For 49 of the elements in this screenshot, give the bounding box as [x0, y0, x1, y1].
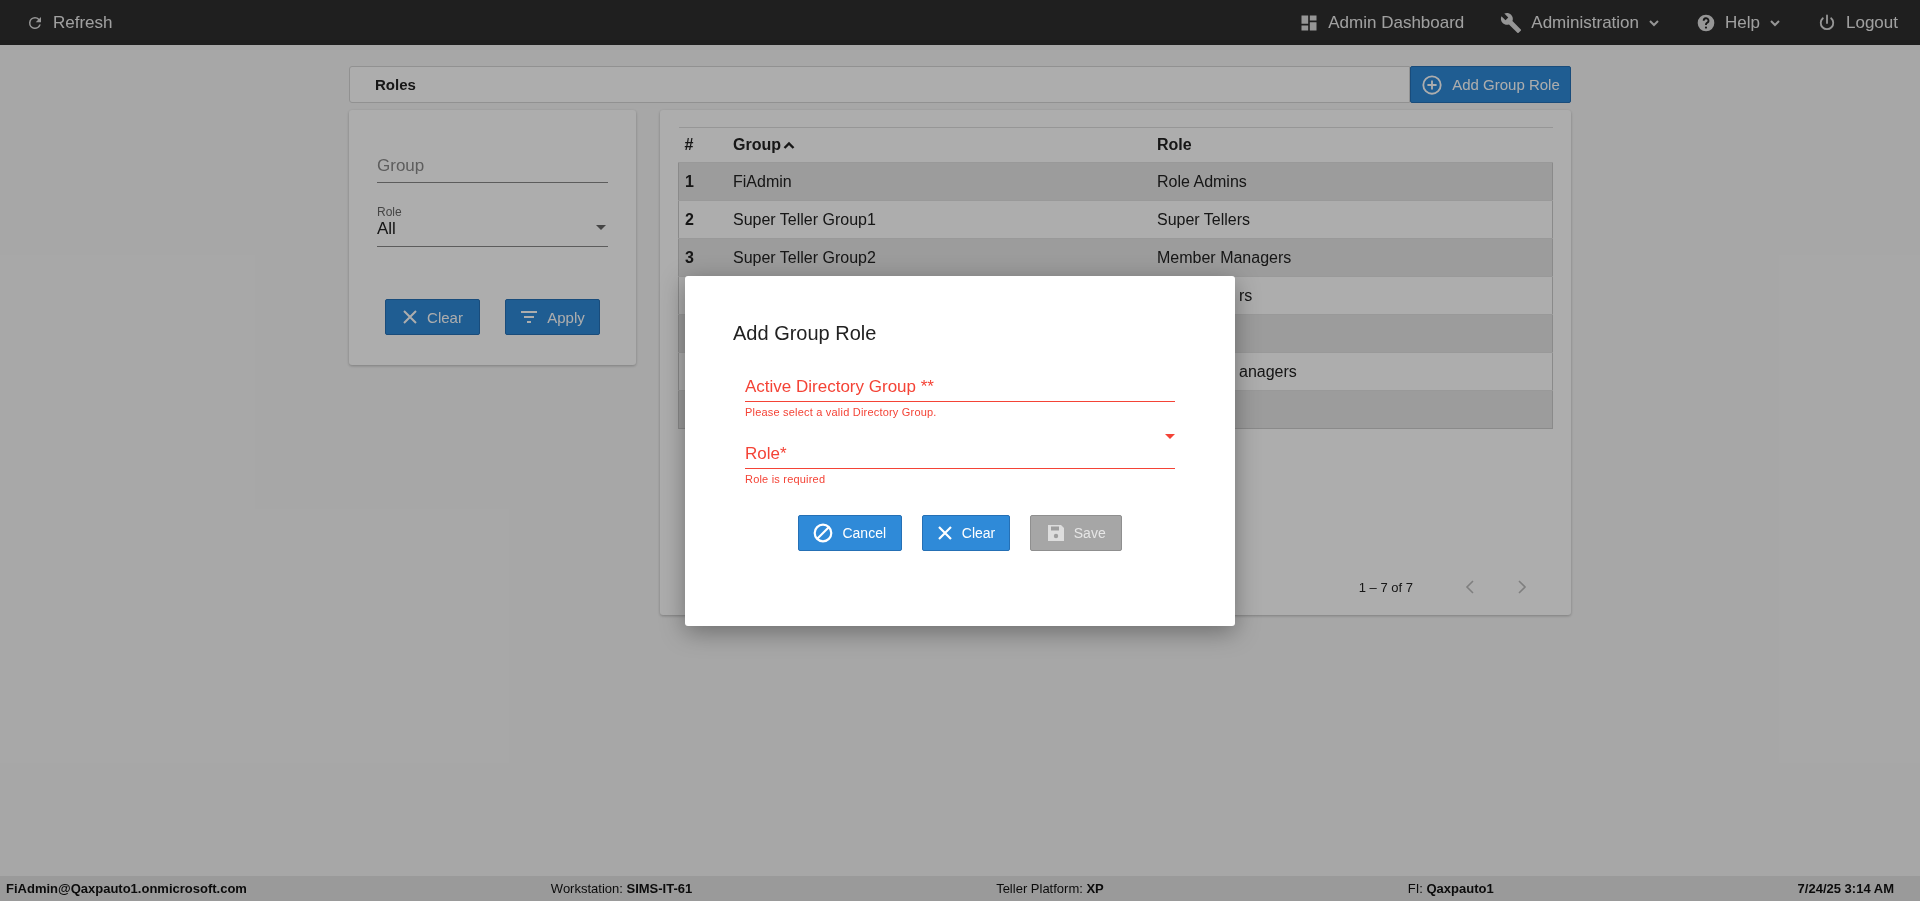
status-item: FI: Qaxpauto1: [1407, 881, 1494, 896]
status-item: Workstation: SIMS-IT-61: [550, 881, 693, 896]
close-icon: [936, 525, 953, 541]
menu-button[interactable]: Help: [1696, 8, 1781, 37]
table-cell: Role Admins: [1157, 172, 1247, 190]
help-icon: [1696, 12, 1717, 33]
caret-icon: [596, 225, 606, 231]
table-cell: Super Teller Group2: [733, 248, 876, 266]
nav-button[interactable]: Logout: [1817, 8, 1898, 37]
status-item: Teller Platform: XP: [996, 881, 1104, 896]
column-header[interactable]: #: [684, 136, 694, 154]
sort-up-icon: [783, 140, 795, 150]
power-icon: [1817, 12, 1837, 33]
error-message: Role is required: [745, 473, 827, 485]
page-range: 1 – 7 of 7: [1358, 579, 1413, 595]
filter-icon: [520, 310, 539, 324]
cancel-icon: [813, 523, 834, 543]
dialog-title: Add Group Role: [733, 322, 878, 345]
refresh-button[interactable]: Refresh: [26, 8, 113, 37]
column-header[interactable]: Role: [1157, 136, 1192, 154]
chevron-left-icon[interactable]: [1465, 579, 1475, 595]
group-field[interactable]: Group: [377, 152, 608, 183]
user-email: FiAdmin@Qaxpauto1.onmicrosoft.com: [6, 881, 247, 896]
close-icon: [402, 309, 419, 325]
table-cell: Super Teller Group1: [733, 210, 876, 228]
date-time: 7/24/25 3:14 AM: [1797, 881, 1894, 896]
row-number: 2: [685, 210, 694, 228]
error-message: Please select a valid Directory Group.: [745, 406, 938, 418]
nav-button[interactable]: Admin Dashboard: [1299, 8, 1465, 37]
cancel-button[interactable]: Cancel: [797, 515, 902, 551]
save-icon: [1046, 524, 1065, 542]
caret-icon: [1165, 434, 1175, 440]
page-title: Roles: [375, 76, 416, 93]
column-header[interactable]: Group: [733, 136, 795, 154]
role-select[interactable]: Role All: [377, 205, 608, 247]
role-select[interactable]: Role*: [745, 432, 1175, 469]
table-cell: Member Managers: [1157, 248, 1292, 266]
row-number: 3: [685, 248, 694, 266]
chevron-right-icon[interactable]: [1517, 579, 1527, 595]
clear-button[interactable]: Clear: [921, 515, 1011, 551]
directory-group-field[interactable]: Active Directory Group **: [745, 373, 1175, 402]
table-cell: anagers: [1239, 362, 1297, 380]
row-number: 1: [685, 172, 694, 190]
plus-circle-icon: [1421, 73, 1444, 96]
wrench-icon: [1500, 11, 1523, 34]
table-cell: Super Tellers: [1157, 210, 1251, 228]
menu-button[interactable]: Administration: [1500, 7, 1661, 38]
table-cell: rs: [1239, 286, 1253, 304]
table-cell: FiAdmin: [733, 172, 792, 190]
